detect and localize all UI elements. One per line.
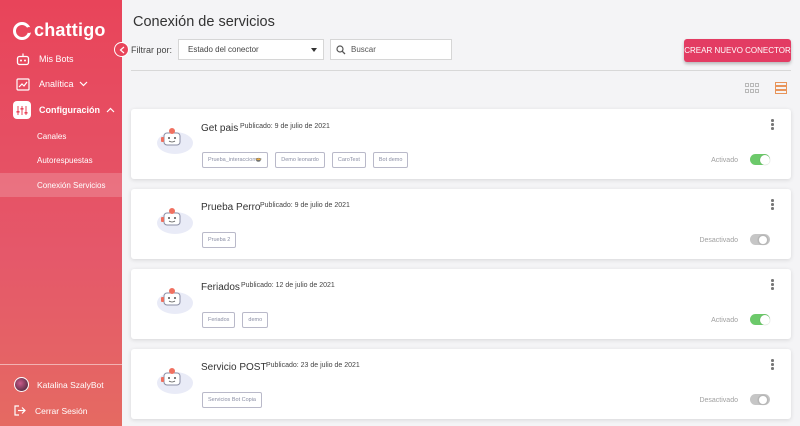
sidebar-item-configuracion[interactable]: Configuración bbox=[0, 100, 122, 120]
connector-illustration-icon bbox=[153, 199, 193, 235]
list-view-icon[interactable] bbox=[775, 82, 787, 94]
connector-illustration-icon bbox=[153, 359, 193, 395]
connector-tags: Prueba_interaccion🍲 Demo leonardo CaroTest… bbox=[202, 152, 409, 168]
connector-published-date: Publicado: 9 de julio de 2021 bbox=[240, 123, 330, 130]
connector-card[interactable]: Feriados Publicado: 12 de julio de 2021 Fe… bbox=[131, 269, 791, 339]
more-options-icon[interactable] bbox=[771, 279, 774, 290]
brand-logo[interactable]: chattigo bbox=[13, 20, 106, 41]
chevron-left-icon bbox=[119, 46, 124, 53]
toggle-knob bbox=[758, 394, 768, 405]
connector-tags: Prueba 2 bbox=[202, 232, 237, 248]
chevron-down-icon bbox=[79, 81, 87, 87]
bot-tag: Prueba_interaccion🍲 bbox=[202, 152, 269, 168]
bot-tag: Servicios Bot Copia bbox=[202, 392, 262, 408]
connector-name: Prueba Perro bbox=[201, 202, 261, 213]
sidebar-item-label: Configuración bbox=[39, 105, 100, 115]
connector-card[interactable]: Servicio POST Publicado: 23 de julio de 2… bbox=[131, 349, 791, 419]
connector-status-toggle[interactable] bbox=[750, 154, 770, 165]
more-options-icon[interactable] bbox=[771, 119, 774, 130]
connector-name: Servicio POST bbox=[201, 362, 267, 373]
sidebar: chattigo Mis Bots Analítica Configuració… bbox=[0, 0, 122, 426]
search-box[interactable] bbox=[330, 39, 452, 60]
connector-status-label: Activado bbox=[711, 317, 738, 324]
connector-status-label: Desactivado bbox=[699, 237, 738, 244]
connector-name: Feriados bbox=[201, 282, 240, 293]
connector-published-date: Publicado: 23 de julio de 2021 bbox=[266, 362, 360, 369]
sidebar-item-label: Analítica bbox=[39, 79, 74, 89]
sidebar-item-mis-bots[interactable]: Mis Bots bbox=[0, 51, 122, 67]
sidebar-subitem-canales[interactable]: Canales bbox=[0, 124, 122, 148]
logout-icon bbox=[14, 405, 26, 416]
sidebar-subitem-conexion-servicios[interactable]: Conexión Servicios bbox=[0, 173, 122, 197]
sidebar-divider bbox=[0, 364, 122, 365]
connector-card[interactable]: Prueba Perro Publicado: 9 de julio de 202… bbox=[131, 189, 791, 259]
connector-status-label: Activado bbox=[711, 157, 738, 164]
connector-status-label: Desactivado bbox=[699, 397, 738, 404]
connector-tags: Feriados demo bbox=[202, 312, 269, 328]
page-title: Conexión de servicios bbox=[133, 14, 275, 30]
connector-illustration-icon bbox=[153, 119, 193, 155]
bot-tag: Feriados bbox=[202, 312, 236, 328]
bot-tag: demo bbox=[242, 312, 269, 328]
more-options-icon[interactable] bbox=[771, 359, 774, 370]
brand-name: chattigo bbox=[34, 20, 106, 40]
status-filter-select[interactable]: Estado del conector bbox=[178, 39, 324, 60]
more-options-icon[interactable] bbox=[771, 199, 774, 210]
toggle-knob bbox=[758, 234, 768, 245]
sidebar-subitem-autorespuestas[interactable]: Autorespuestas bbox=[0, 148, 122, 172]
filter-label: Filtrar por: bbox=[131, 45, 173, 55]
connector-published-date: Publicado: 12 de julio de 2021 bbox=[241, 282, 335, 289]
bot-tag: CaroTest bbox=[331, 152, 366, 168]
bot-tag: Bot demo bbox=[372, 152, 409, 168]
logout-button[interactable]: Cerrar Sesión bbox=[14, 405, 87, 416]
connector-published-date: Publicado: 9 de julio de 2021 bbox=[260, 202, 350, 209]
bot-tag: Prueba 2 bbox=[202, 232, 237, 248]
chevron-up-icon bbox=[106, 107, 115, 113]
connector-status-toggle[interactable] bbox=[750, 394, 770, 405]
toggle-knob bbox=[759, 314, 770, 325]
connector-card[interactable]: Get pais Publicado: 9 de julio de 2021 Pru… bbox=[131, 109, 791, 179]
collapse-sidebar-button[interactable] bbox=[114, 42, 129, 57]
grid-view-icon[interactable] bbox=[745, 83, 759, 93]
settings-sliders-icon bbox=[13, 101, 31, 119]
search-input[interactable] bbox=[351, 45, 441, 54]
status-filter-value: Estado del conector bbox=[188, 45, 259, 54]
bot-tag: Demo leonardo bbox=[275, 152, 325, 168]
user-name: Katalina SzalyBot bbox=[37, 379, 104, 390]
connector-status-toggle[interactable] bbox=[750, 314, 770, 325]
user-profile[interactable]: Katalina SzalyBot bbox=[14, 377, 104, 392]
connector-tags: Servicios Bot Copia bbox=[202, 392, 262, 408]
logout-label: Cerrar Sesión bbox=[35, 405, 88, 416]
connector-status-toggle[interactable] bbox=[750, 234, 770, 245]
sidebar-item-label: Mis Bots bbox=[39, 54, 74, 64]
header-divider bbox=[131, 70, 791, 71]
chattigo-logo-icon bbox=[13, 21, 32, 40]
caret-down-icon bbox=[311, 48, 317, 52]
create-connector-button[interactable]: CREAR NUEVO CONECTOR bbox=[684, 39, 791, 62]
avatar bbox=[14, 377, 29, 392]
sidebar-item-analitica[interactable]: Analítica bbox=[0, 76, 122, 92]
analytics-icon bbox=[15, 76, 31, 92]
bot-icon bbox=[15, 51, 31, 67]
search-icon bbox=[336, 44, 346, 54]
connector-name: Get pais bbox=[201, 123, 239, 134]
connector-illustration-icon bbox=[153, 279, 193, 315]
toggle-knob bbox=[759, 154, 770, 165]
